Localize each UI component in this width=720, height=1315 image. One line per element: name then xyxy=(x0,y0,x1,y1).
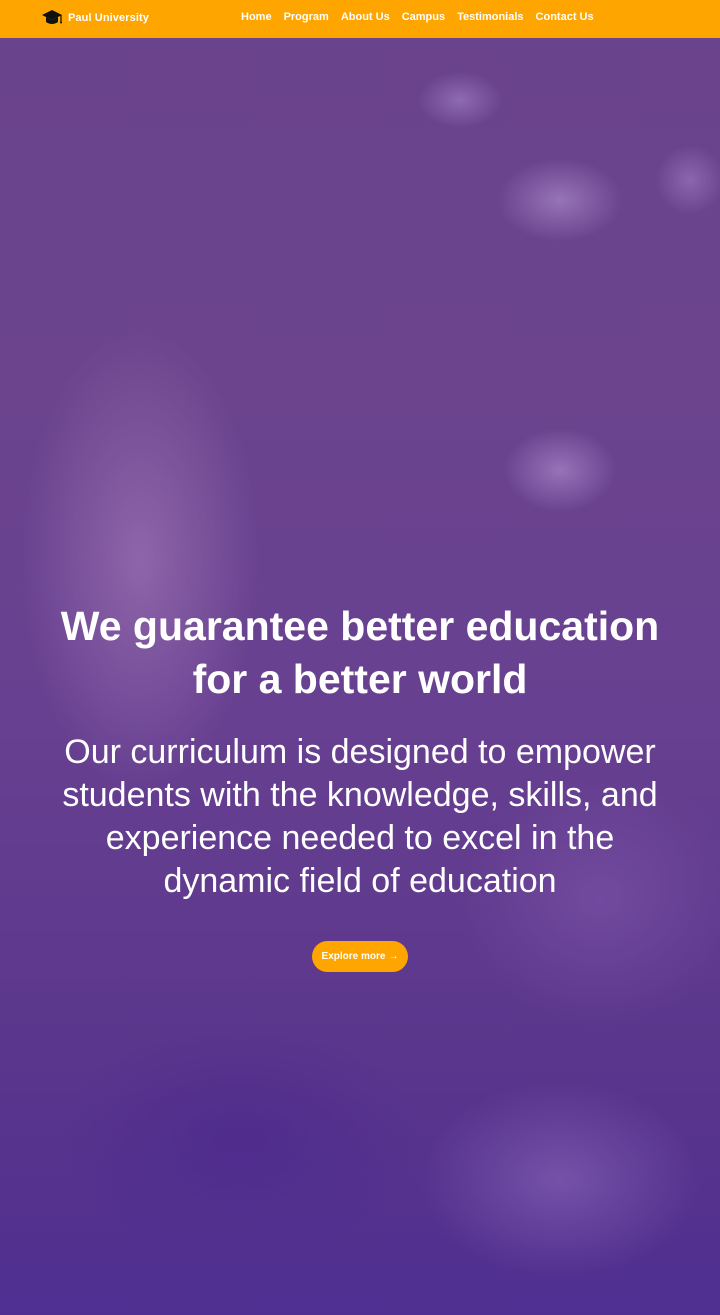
brand-name: Paul University xyxy=(68,12,149,24)
nav-link-home[interactable]: Home xyxy=(241,11,272,23)
explore-more-label: Explore more xyxy=(321,951,386,962)
hero-title: We guarantee better education for a bett… xyxy=(40,600,680,706)
graduation-cap-icon xyxy=(41,8,63,28)
nav-link-program[interactable]: Program xyxy=(284,11,329,23)
hero-subtitle-line-2: students with the knowledge, skills, and xyxy=(62,776,658,814)
nav-link-campus[interactable]: Campus xyxy=(402,11,445,23)
hero-title-line-1: We guarantee better education xyxy=(60,603,660,649)
hero-subtitle-line-3: experience needed to excel in the xyxy=(105,819,615,857)
hero-subtitle: Our curriculum is designed to empower st… xyxy=(20,731,700,903)
nav-link-contact-us[interactable]: Contact Us xyxy=(536,11,594,23)
explore-more-button[interactable]: Explore more → xyxy=(312,941,408,972)
page: Paul University Home Program About Us Ca… xyxy=(0,0,720,1315)
hero-subtitle-line-4: dynamic field of education xyxy=(163,862,557,900)
hero-subtitle-line-1: Our curriculum is designed to empower xyxy=(64,733,656,771)
hero-title-line-2: for a better world xyxy=(192,656,528,702)
nav-link-testimonials[interactable]: Testimonials xyxy=(457,11,523,23)
hero-section: We guarantee better education for a bett… xyxy=(0,600,720,903)
nav-menu: Home Program About Us Campus Testimonial… xyxy=(241,11,606,23)
arrow-right-icon: → xyxy=(388,951,399,962)
navbar: Paul University Home Program About Us Ca… xyxy=(0,0,720,38)
brand-logo[interactable]: Paul University xyxy=(41,7,149,29)
nav-link-about-us[interactable]: About Us xyxy=(341,11,390,23)
